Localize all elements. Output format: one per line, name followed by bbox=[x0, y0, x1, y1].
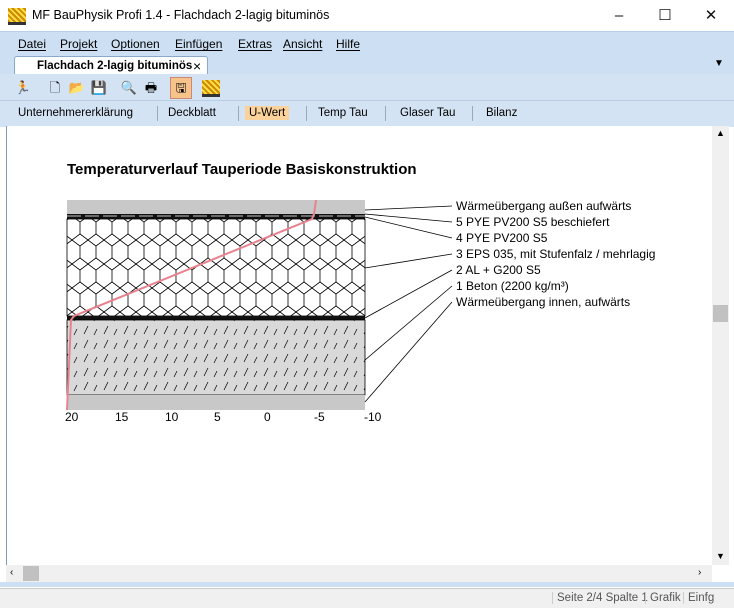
layer-outer-transfer bbox=[67, 200, 365, 214]
layer-label: Wärmeübergang innen, aufwärts bbox=[456, 295, 631, 309]
layer-label: 4 PYE PV200 S5 bbox=[456, 231, 548, 245]
scroll-thumb[interactable] bbox=[713, 305, 728, 322]
axis-tick: 10 bbox=[165, 410, 179, 424]
layer-label: 2 AL + G200 S5 bbox=[456, 263, 541, 277]
axis-tick: 5 bbox=[214, 410, 221, 424]
leader-lines bbox=[364, 205, 453, 403]
scroll-left-icon[interactable]: ‹ bbox=[10, 567, 13, 578]
horizontal-scrollbar[interactable]: ‹ › bbox=[6, 565, 712, 582]
layer-label: 3 EPS 035, mit Stufenfalz / mehrlagig bbox=[456, 247, 656, 261]
axis-tick: 15 bbox=[115, 410, 129, 424]
status-insert: Einfg bbox=[683, 592, 714, 604]
axis-tick: -10 bbox=[364, 410, 382, 424]
status-page: Seite 2/4 Spalte 1 bbox=[552, 592, 648, 604]
scroll-right-icon[interactable]: › bbox=[698, 567, 701, 578]
layer-2-al bbox=[67, 316, 365, 320]
vertical-scrollbar[interactable]: ▲ ▼ bbox=[712, 126, 729, 565]
layer-inner-transfer bbox=[67, 395, 365, 410]
axis-tick: -5 bbox=[314, 410, 325, 424]
layer-1-beton bbox=[66, 319, 366, 396]
layer-label: 5 PYE PV200 S5 beschiefert bbox=[456, 215, 610, 229]
layer-label: Wärmeübergang außen aufwärts bbox=[456, 199, 632, 213]
axis-tick: 20 bbox=[65, 410, 79, 424]
layer-label: 1 Beton (2200 kg/m³) bbox=[456, 279, 569, 293]
scroll-down-icon[interactable]: ▼ bbox=[716, 551, 725, 561]
axis-tick: 0 bbox=[264, 410, 271, 424]
hscroll-thumb[interactable] bbox=[23, 566, 39, 581]
status-mode: Grafik bbox=[645, 592, 681, 604]
scroll-up-icon[interactable]: ▲ bbox=[716, 128, 725, 138]
layer-5-pye bbox=[67, 214, 365, 219]
